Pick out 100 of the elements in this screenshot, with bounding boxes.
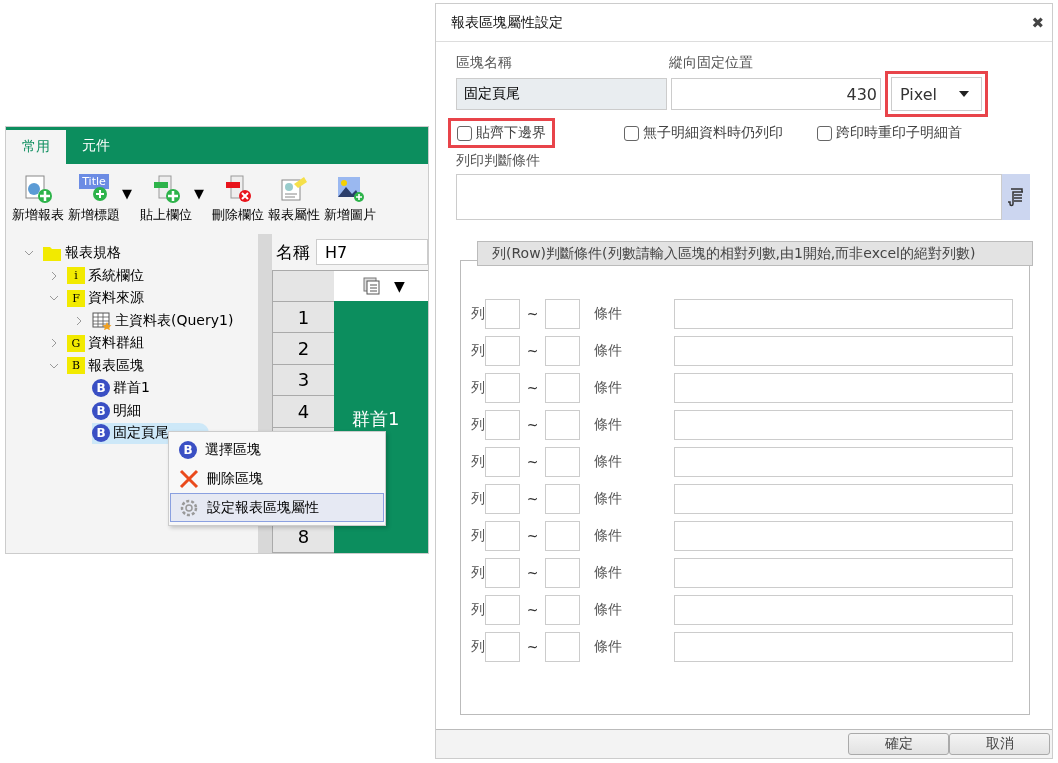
folder-icon: G [67, 334, 85, 352]
table-icon[interactable] [362, 276, 382, 296]
checkbox[interactable]: 無子明細資料時仍列印 [615, 118, 792, 148]
report-add-icon [23, 174, 53, 204]
row-label: 列 [471, 637, 485, 656]
row-label: 列 [471, 489, 485, 508]
dropdown-arrow[interactable]: ▼ [194, 185, 204, 201]
dialog-button[interactable]: 取消 [949, 733, 1050, 755]
row-header: 2 [272, 333, 334, 365]
row-from-field[interactable] [485, 446, 520, 477]
condition-label: 條件 [593, 526, 623, 545]
tree-item[interactable]: 主資料表(Query1) [92, 310, 236, 332]
row-to-field[interactable] [545, 298, 580, 329]
name-field[interactable]: H7 [316, 239, 428, 265]
tab[interactable]: 常用 [6, 130, 66, 164]
row-to-field[interactable] [545, 483, 580, 514]
row-label: 列 [471, 415, 485, 434]
row-from-field[interactable] [485, 631, 520, 662]
cross-icon [179, 468, 199, 489]
row-from-field[interactable] [485, 520, 520, 551]
menu-item[interactable]: 設定報表區塊屬性 [170, 493, 384, 522]
caret-icon [959, 91, 969, 97]
row-label: 列 [471, 304, 485, 323]
row-to-field[interactable] [545, 335, 580, 366]
block-name-field[interactable]: 固定頁尾 [456, 78, 667, 110]
row-to-field[interactable] [545, 520, 580, 551]
row-to-field[interactable] [545, 557, 580, 588]
toolbar-button[interactable]: 貼上欄位 [138, 174, 194, 224]
row-to-field[interactable] [545, 409, 580, 440]
tree-item[interactable]: F 資料來源 [67, 287, 146, 309]
range-separator: ~ [525, 527, 540, 544]
condition-field[interactable] [674, 409, 1013, 440]
condition-field[interactable] [674, 335, 1013, 366]
range-separator: ~ [525, 638, 540, 655]
unit-dropdown[interactable]: Pixel [885, 71, 988, 117]
range-separator: ~ [525, 564, 540, 581]
tree-item[interactable]: B 明細 [92, 400, 143, 422]
row-from-field[interactable] [485, 557, 520, 588]
checkbox[interactable]: 跨印時重印子明細首 [808, 118, 971, 148]
column-delete-icon [223, 174, 253, 204]
condition-field[interactable] [674, 520, 1013, 551]
block-icon: B [179, 440, 197, 459]
condition-field[interactable] [674, 298, 1013, 329]
block-icon: B [92, 424, 110, 443]
script-button[interactable] [1002, 174, 1030, 220]
expand-chevron-icon[interactable] [74, 315, 84, 326]
tree-item[interactable]: 報表規格 [42, 242, 123, 264]
close-button[interactable]: ✖ [1031, 13, 1044, 32]
row-label: 列 [471, 563, 485, 582]
row-to-field[interactable] [545, 594, 580, 625]
condition-label: 條件 [593, 304, 623, 323]
row-from-field[interactable] [485, 372, 520, 403]
toolbar-button[interactable]: 報表屬性 [266, 174, 322, 224]
row-from-field[interactable] [485, 594, 520, 625]
toolbar-button[interactable]: 新增報表 [10, 174, 66, 224]
checkbox[interactable]: 貼齊下邊界 [448, 118, 555, 148]
tree-item[interactable]: B 報表區塊 [67, 355, 146, 377]
position-field[interactable]: 430 [671, 78, 881, 110]
range-separator: ~ [525, 453, 540, 470]
folder-icon: B [67, 357, 85, 375]
condition-label: 條件 [593, 489, 623, 508]
row-to-field[interactable] [545, 446, 580, 477]
condition-field[interactable] [674, 483, 1013, 514]
row-to-field[interactable] [545, 631, 580, 662]
expand-chevron-icon[interactable] [49, 270, 59, 281]
row-label: 列 [471, 526, 485, 545]
scroll-icon [1007, 187, 1025, 207]
row-from-field[interactable] [485, 483, 520, 514]
row-label: 列 [471, 378, 485, 397]
condition-field[interactable] [456, 174, 1002, 220]
row-label: 列 [471, 452, 485, 471]
row-label: 列 [471, 600, 485, 619]
dialog-button[interactable]: 確定 [848, 733, 949, 755]
condition-field[interactable] [674, 631, 1013, 662]
dropdown-arrow[interactable]: ▼ [122, 185, 132, 201]
toolbar-button[interactable]: 新增圖片 [322, 174, 378, 224]
condition-label: 條件 [593, 415, 623, 434]
condition-field[interactable] [674, 557, 1013, 588]
tree-item[interactable]: B 群首1 [92, 377, 152, 399]
dropdown-arrow[interactable]: ▼ [394, 278, 405, 294]
condition-field[interactable] [674, 594, 1013, 625]
condition-field[interactable] [674, 372, 1013, 403]
row-from-field[interactable] [485, 335, 520, 366]
toolbar-button[interactable]: Title 新增標題 [66, 174, 122, 224]
toolbar-button[interactable]: 刪除欄位 [210, 174, 266, 224]
row-header: 4 [272, 396, 334, 428]
range-separator: ~ [525, 416, 540, 433]
row-from-field[interactable] [485, 298, 520, 329]
tree-item[interactable]: G 資料群組 [67, 332, 146, 354]
expand-chevron-icon[interactable] [49, 338, 59, 349]
condition-field[interactable] [674, 446, 1013, 477]
tab[interactable]: 元件 [66, 127, 126, 164]
tree-item[interactable]: i 系統欄位 [67, 265, 146, 287]
folder-icon [42, 244, 62, 263]
field-label: 區塊名稱 [456, 54, 513, 72]
block-icon: B [92, 401, 110, 420]
row-to-field[interactable] [545, 372, 580, 403]
row-from-field[interactable] [485, 409, 520, 440]
gear-icon [179, 497, 199, 518]
range-separator: ~ [525, 342, 540, 359]
